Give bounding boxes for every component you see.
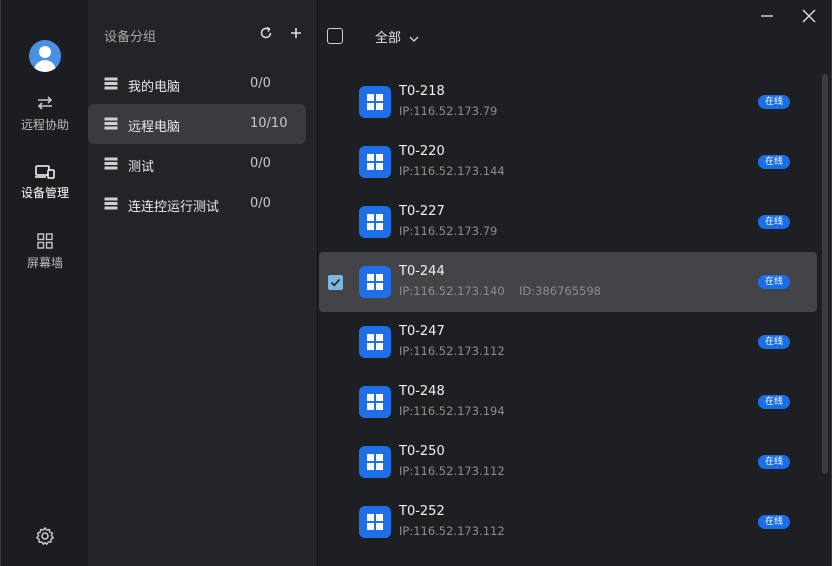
windows-logo-icon [359, 326, 391, 358]
device-ip: IP:116.52.173.112 [399, 464, 505, 478]
status-badge: 在线 [758, 215, 790, 229]
status-badge: 在线 [758, 335, 790, 349]
device-name: T0-248 [399, 384, 445, 399]
status-badge: 在线 [758, 275, 790, 289]
group-count: 0/0 [250, 196, 271, 211]
status-badge: 在线 [758, 155, 790, 169]
device-name: T0-247 [399, 324, 445, 339]
group-item-test[interactable]: 测试 0/0 [88, 144, 306, 184]
select-all-checkbox[interactable] [327, 28, 343, 44]
windows-logo-icon [359, 146, 391, 178]
device-ip: IP:116.52.173.144 [399, 164, 505, 178]
device-groups-panel: 设备分组 我的电脑 0/0 远程电脑 10/10 测试 0/0 连连控运行测试 … [88, 0, 318, 566]
groups-title: 设备分组 [104, 30, 157, 45]
status-badge: 在线 [758, 515, 790, 529]
group-count: 10/10 [250, 116, 288, 131]
device-ip: IP:116.52.173.112 [399, 344, 505, 358]
device-ip: IP:116.52.173.79 [399, 104, 498, 118]
server-list-icon [104, 197, 118, 210]
group-label: 远程电脑 [128, 120, 181, 135]
add-group-icon[interactable] [288, 25, 304, 41]
windows-logo-icon [359, 386, 391, 418]
close-icon[interactable] [801, 8, 817, 24]
device-checkbox[interactable] [328, 275, 343, 290]
windows-logo-icon [359, 206, 391, 238]
windows-logo-icon [359, 266, 391, 298]
group-label: 我的电脑 [128, 80, 181, 95]
device-name: T0-220 [399, 144, 445, 159]
checkmark-icon [330, 278, 341, 287]
device-name: T0-250 [399, 444, 445, 459]
group-count: 0/0 [250, 156, 271, 171]
device-id: ID:386765598 [519, 284, 601, 298]
device-row[interactable]: T0-227 IP:116.52.173.79 在线 [319, 192, 817, 252]
device-list-panel: 全部 T0-218 IP:116.52.173.79 在线 T0-220 IP:… [319, 0, 832, 566]
windows-logo-icon [359, 506, 391, 538]
windows-logo-icon [359, 446, 391, 478]
scrollbar[interactable] [822, 74, 828, 474]
filter-label: 全部 [375, 31, 402, 46]
device-name: T0-252 [399, 504, 445, 519]
device-row[interactable]: T0-248 IP:116.52.173.194 在线 [319, 372, 817, 432]
group-item-my-computers[interactable]: 我的电脑 0/0 [88, 64, 306, 104]
device-ip: IP:116.52.173.112 [399, 524, 505, 538]
minimize-icon[interactable] [759, 8, 775, 24]
group-label: 测试 [128, 160, 155, 175]
group-label: 连连控运行测试 [128, 200, 220, 215]
devices-icon [35, 165, 55, 179]
group-item-run-test[interactable]: 连连控运行测试 0/0 [88, 184, 306, 224]
device-row[interactable]: T0-252 IP:116.52.173.112 在线 [319, 492, 817, 552]
group-item-remote-computers[interactable]: 远程电脑 10/10 [88, 104, 306, 144]
user-avatar[interactable] [29, 40, 61, 72]
device-name: T0-244 [399, 264, 445, 279]
gear-icon[interactable] [35, 526, 55, 546]
chevron-down-icon [409, 36, 419, 42]
left-nav: 远程协助 设备管理 屏幕墙 [0, 0, 88, 566]
device-row[interactable]: T0-247 IP:116.52.173.112 在线 [319, 312, 817, 372]
status-badge: 在线 [758, 395, 790, 409]
grid-icon [37, 233, 53, 249]
nav-screen-wall-label: 屏幕墙 [26, 256, 63, 270]
nav-screen-wall[interactable]: 屏幕墙 [1, 232, 89, 271]
device-row-selected[interactable]: T0-244 IP:116.52.173.140 ID:386765598 在线 [319, 252, 817, 312]
device-name: T0-227 [399, 204, 445, 219]
device-row[interactable]: T0-250 IP:116.52.173.112 在线 [319, 432, 817, 492]
status-badge: 在线 [758, 455, 790, 469]
transfer-arrows-icon [37, 96, 53, 110]
device-ip: IP:116.52.173.140 [399, 284, 505, 298]
windows-logo-icon [359, 86, 391, 118]
device-ip: IP:116.52.173.79 [399, 224, 498, 238]
status-filter-dropdown[interactable]: 全部 [375, 27, 419, 46]
status-badge: 在线 [758, 95, 790, 109]
nav-remote-assist-label: 远程协助 [20, 118, 69, 132]
nav-device-management-label: 设备管理 [20, 186, 69, 200]
device-row[interactable]: T0-218 IP:116.52.173.79 在线 [319, 72, 817, 132]
device-row[interactable]: T0-220 IP:116.52.173.144 在线 [319, 132, 817, 192]
nav-remote-assist[interactable]: 远程协助 [1, 94, 89, 133]
refresh-icon[interactable] [258, 25, 274, 41]
server-list-icon [104, 77, 118, 90]
server-list-icon [104, 117, 118, 130]
nav-device-management[interactable]: 设备管理 [1, 164, 89, 201]
device-ip: IP:116.52.173.194 [399, 404, 505, 418]
server-list-icon [104, 157, 118, 170]
device-name: T0-218 [399, 84, 445, 99]
group-count: 0/0 [250, 76, 271, 91]
